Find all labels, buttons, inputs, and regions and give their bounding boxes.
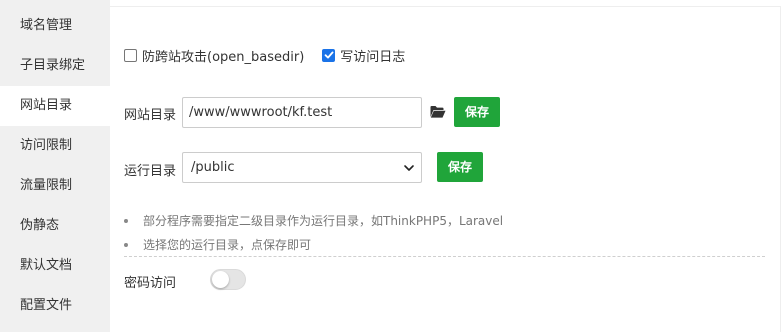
- sidebar-item-site-directory[interactable]: 网站目录: [0, 86, 110, 126]
- options-row: 防跨站攻击(open_basedir) 写访问日志: [124, 46, 423, 65]
- folder-icon[interactable]: [430, 105, 446, 119]
- access-log-checkbox[interactable]: 写访问日志: [322, 46, 405, 65]
- run-dir-select[interactable]: /public: [182, 152, 422, 183]
- password-access-toggle[interactable]: [210, 269, 246, 290]
- open-basedir-checkbox-box[interactable]: [124, 48, 137, 62]
- sidebar-item-default-document[interactable]: 默认文档: [0, 246, 110, 286]
- dashed-divider: [124, 256, 765, 257]
- sidebar-item-traffic-limit[interactable]: 流量限制: [0, 166, 110, 206]
- sidebar-item-domain-management[interactable]: 域名管理: [0, 6, 110, 46]
- run-dir-selected-value: /public: [191, 160, 235, 175]
- chevron-down-icon: [404, 165, 414, 171]
- bullet-icon: [124, 242, 128, 247]
- tip-text: 选择您的运行目录，点保存即可: [143, 238, 312, 252]
- top-divider: [110, 6, 781, 7]
- sidebar-item-subdir-binding[interactable]: 子目录绑定: [0, 46, 110, 86]
- open-basedir-checkbox[interactable]: 防跨站攻击(open_basedir): [124, 46, 304, 65]
- tip-item: 部分程序需要指定二级目录作为运行目录，如ThinkPHP5，Laravel: [124, 212, 503, 229]
- sidebar-item-rewrite[interactable]: 伪静态: [0, 206, 110, 246]
- checkmark-icon: [324, 51, 334, 59]
- site-dir-save-button[interactable]: 保存: [454, 97, 500, 127]
- password-access-label: 密码访问: [124, 276, 177, 291]
- site-dir-label: 网站目录: [124, 108, 177, 123]
- access-log-checkbox-box[interactable]: [322, 48, 336, 62]
- run-dir-label: 运行目录: [124, 164, 177, 179]
- tip-text: 部分程序需要指定二级目录作为运行目录，如ThinkPHP5，Laravel: [143, 214, 504, 228]
- toggle-knob: [212, 271, 229, 288]
- sidebar-item-access-limit[interactable]: 访问限制: [0, 126, 110, 166]
- run-dir-save-button[interactable]: 保存: [437, 152, 483, 182]
- tip-item: 选择您的运行目录，点保存即可: [124, 236, 311, 253]
- site-dir-input[interactable]: /www/wwwroot/kf.test: [182, 97, 422, 128]
- sidebar-item-config-file[interactable]: 配置文件: [0, 286, 110, 326]
- open-basedir-label: 防跨站攻击(open_basedir): [142, 49, 305, 65]
- access-log-label: 写访问日志: [340, 49, 406, 65]
- sidebar: 域名管理 子目录绑定 网站目录 访问限制 流量限制 伪静态 默认文档 配置文件: [0, 0, 110, 332]
- bullet-icon: [124, 218, 128, 223]
